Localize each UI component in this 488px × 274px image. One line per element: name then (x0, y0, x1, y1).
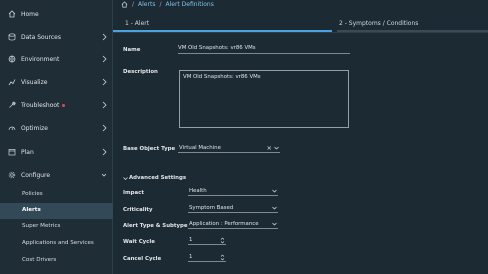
description-value: VM Old Snapshots: vr86 VMs (183, 74, 261, 80)
sidebar-item-label: Configure (21, 171, 51, 179)
sidebar-subitem-label: Alerts (22, 207, 41, 213)
step-alert-indicator (113, 30, 332, 32)
base-object-type-value: Virtual Machine (179, 145, 221, 151)
sidebar-item-home[interactable]: Home (0, 6, 113, 22)
spinner-icon[interactable] (220, 236, 225, 245)
chevron-right-icon (102, 33, 107, 41)
cancel-cycle-value: 1 (189, 254, 193, 260)
breadcrumb-alerts[interactable]: Alerts (138, 1, 155, 8)
wait-cycle-input[interactable]: 1 (188, 236, 226, 245)
sidebar-item-data-sources[interactable]: Data Sources (0, 29, 113, 45)
wrench-icon (9, 101, 16, 108)
base-object-type-label: Base Object Type (123, 146, 176, 152)
alert-type-label: Alert Type & Subtype (123, 223, 188, 229)
wizard-steps: 1 - Alert 2 - Symptoms / Conditions (113, 16, 488, 33)
sidebar-item-plan[interactable]: Plan (0, 144, 113, 160)
step-symptoms-indicator (337, 30, 488, 32)
sidebar-subitem-label: Applications and Services (22, 240, 94, 246)
calendar-icon (8, 149, 16, 156)
chevron-right-icon (102, 78, 107, 86)
sidebar-subitem-applications-and-services[interactable]: Applications and Services (0, 236, 113, 252)
cancel-cycle-input[interactable]: 1 (188, 253, 226, 262)
chevron-down-icon (272, 222, 277, 226)
sidebar-item-label: Data Sources (21, 33, 61, 41)
cancel-cycle-label: Cancel Cycle (123, 256, 162, 262)
step-alert[interactable]: 1 - Alert (125, 20, 149, 27)
sidebar-item-label: Environment (21, 55, 60, 63)
breadcrumb-separator: / (159, 1, 162, 8)
step-symptoms-conditions[interactable]: 2 - Symptoms / Conditions (339, 20, 418, 27)
impact-label: Impact (123, 190, 144, 196)
chevron-right-icon (102, 55, 107, 63)
sidebar-item-configure[interactable]: Configure (0, 167, 113, 183)
sidebar-subitem-super-metrics[interactable]: Super Metrics (0, 219, 113, 235)
spinner-icon[interactable] (220, 253, 225, 262)
chevron-right-icon (102, 148, 107, 156)
home-icon[interactable] (121, 1, 128, 8)
sidebar-subitem-alerts[interactable]: Alerts (0, 203, 113, 219)
alert-type-value: Application : Performance (189, 221, 259, 227)
advanced-settings-toggle[interactable]: Advanced Settings (123, 175, 186, 181)
chevron-down-icon (272, 206, 277, 210)
description-textarea[interactable]: VM Old Snapshots: vr86 VMs (179, 70, 349, 128)
sidebar-item-environment[interactable]: Environment (0, 51, 113, 67)
gear-icon (8, 171, 16, 179)
chevron-down-icon (101, 173, 107, 177)
breadcrumb-alert-definitions[interactable]: Alert Definitions (165, 1, 213, 8)
sidebar-subitem-label: Policies (22, 191, 43, 197)
main-content: / Alerts / Alert Definitions 1 - Alert 2… (113, 0, 488, 274)
sidebar-item-troubleshoot[interactable]: Troubleshoot (0, 97, 113, 113)
alert-dot (62, 104, 65, 107)
chevron-right-icon (102, 101, 107, 109)
name-label: Name (123, 47, 141, 53)
chart-icon (8, 79, 16, 86)
sidebar-subitem-cost-drivers[interactable]: Cost Drivers (0, 253, 113, 269)
criticality-select[interactable]: Symptom Based (188, 204, 278, 213)
advanced-settings-title: Advanced Settings (129, 175, 187, 181)
sidebar-item-label: Visualize (21, 78, 48, 86)
chevron-down-icon (274, 146, 279, 150)
wait-cycle-label: Wait Cycle (123, 239, 155, 245)
home-icon (8, 10, 16, 18)
name-value: VM Old Snapshots: vr86 VMs (178, 45, 256, 51)
sidebar-item-label: Troubleshoot (21, 101, 60, 109)
clear-icon[interactable]: × (267, 144, 272, 152)
sidebar-item-optimize[interactable]: Optimize (0, 120, 113, 136)
sidebar-subitem-label: Cost Drivers (22, 257, 57, 263)
gauge-icon (8, 126, 16, 131)
sidebar-item-label: Optimize (21, 124, 48, 132)
globe-icon (8, 55, 16, 63)
chevron-down-icon (123, 176, 128, 180)
base-object-type-select[interactable]: Virtual Machine × (178, 144, 280, 153)
sidebar-item-visualize[interactable]: Visualize (0, 74, 113, 90)
impact-select[interactable]: Health (188, 187, 278, 196)
chevron-right-icon (102, 124, 107, 132)
impact-value: Health (189, 188, 207, 194)
chevron-down-icon (272, 189, 277, 193)
alert-type-select[interactable]: Application : Performance (188, 220, 278, 229)
breadcrumb: / Alerts / Alert Definitions (121, 0, 214, 9)
sidebar-item-label: Home (21, 10, 39, 18)
database-icon (8, 33, 16, 41)
wait-cycle-value: 1 (189, 237, 193, 243)
sidebar: Home Data Sources Environment Visualize … (0, 0, 113, 274)
description-label: Description (123, 69, 158, 75)
sidebar-item-label: Plan (21, 148, 34, 156)
breadcrumb-separator: / (132, 1, 135, 8)
criticality-label: Criticality (123, 207, 153, 213)
sidebar-subitem-label: Super Metrics (22, 223, 61, 229)
sidebar-subitem-policies[interactable]: Policies (0, 187, 113, 203)
criticality-value: Symptom Based (189, 205, 234, 211)
name-input[interactable]: VM Old Snapshots: vr86 VMs (178, 44, 350, 54)
